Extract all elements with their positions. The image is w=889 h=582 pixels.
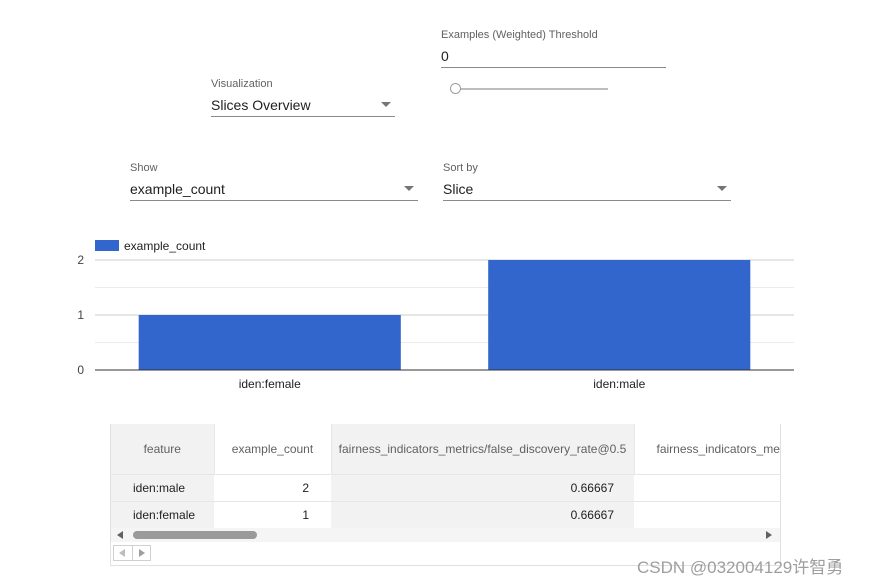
previous-page-icon [119,549,125,557]
show-field: Show example_count [130,162,418,201]
scroll-left-icon[interactable] [117,531,123,539]
watermark: CSDN @032004129许智勇 [637,558,844,577]
y-tick-label: 2 [77,253,84,267]
sort-by-value: Slice [443,181,474,197]
y-tick-label: 0 [77,363,84,377]
next-page-button[interactable] [133,546,151,560]
next-page-icon [138,549,145,557]
cell-false-discovery-rate: 0.66667 [331,473,634,501]
show-value: example_count [130,181,225,197]
table-header-row: feature example_count fairness_indicator… [111,424,780,474]
show-label: Show [130,162,158,174]
column-header-false-discovery-rate[interactable]: fairness_indicators_metrics/false_discov… [331,424,635,474]
cell-fairness-metric [634,500,780,528]
x-tick-label: iden:female [239,377,301,391]
previous-page-button[interactable] [114,546,133,560]
cell-example-count: 2 [214,473,331,501]
bar-iden-female [138,315,401,370]
slices-bar-chart: 0 1 2 iden:female iden:male example_count [77,239,794,391]
cell-feature: iden:female [111,500,214,528]
table-pager [113,545,151,561]
column-header-example-count[interactable]: example_count [214,424,332,474]
show-select[interactable]: example_count [130,179,418,201]
sort-by-select[interactable]: Slice [443,179,731,201]
table-row[interactable]: iden:female 1 0.66667 [111,500,780,528]
chevron-down-icon [404,186,414,191]
bar-iden-male [488,260,751,370]
cell-false-discovery-rate: 0.66667 [331,500,634,528]
visualization-select[interactable]: Slices Overview [211,95,395,117]
metrics-table: feature example_count fairness_indicator… [110,424,781,566]
legend-label: example_count [124,239,206,253]
cell-feature: iden:male [111,473,214,501]
visualization-label: Visualization [211,78,273,90]
cell-fairness-metric [634,473,780,501]
slider-knob[interactable] [450,83,461,94]
threshold-slider[interactable] [450,83,608,95]
threshold-field: Examples (Weighted) Threshold 0 [441,29,666,68]
chevron-down-icon [717,186,727,191]
scrollbar-thumb[interactable] [133,531,257,539]
column-header-feature[interactable]: feature [111,424,215,474]
visualization-value: Slices Overview [211,97,311,113]
horizontal-scrollbar[interactable] [111,528,780,542]
chevron-down-icon [381,102,391,107]
sort-by-field: Sort by Slice [443,162,731,201]
sort-by-label: Sort by [443,162,478,174]
threshold-value: 0 [441,48,449,64]
y-tick-label: 1 [77,308,84,322]
table-row[interactable]: iden:male 2 0.66667 [111,473,780,501]
x-tick-label: iden:male [593,377,645,391]
slider-track [458,88,608,90]
visualization-field: Visualization Slices Overview [211,78,395,117]
column-header-fairness-metric[interactable]: fairness_indicators_metrics/ [634,424,780,474]
threshold-input[interactable]: 0 [441,46,666,68]
cell-example-count: 1 [214,500,331,528]
scroll-right-icon[interactable] [766,531,772,539]
legend-swatch [95,240,119,251]
threshold-label: Examples (Weighted) Threshold [441,29,598,41]
